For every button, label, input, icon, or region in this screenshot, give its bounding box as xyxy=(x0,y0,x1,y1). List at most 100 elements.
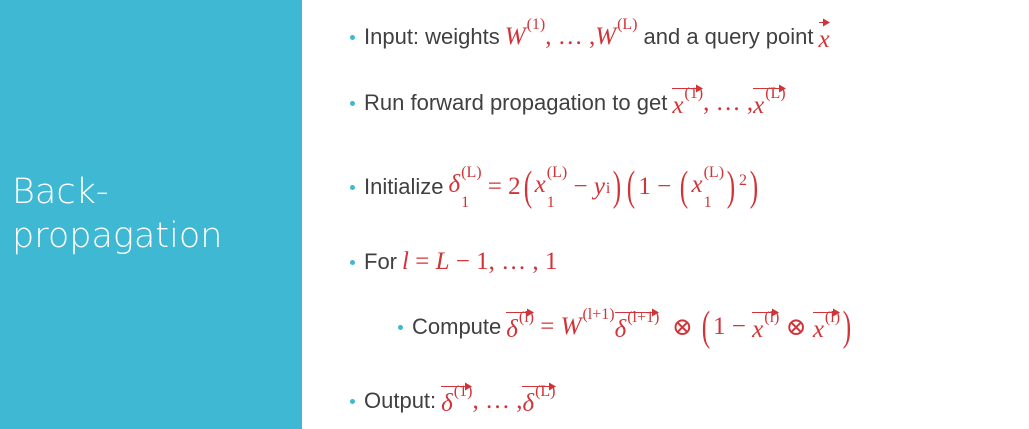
math-text: ⊗ xyxy=(659,314,700,341)
math-scripts: (l) xyxy=(764,310,779,332)
math-scripts: (L) xyxy=(765,86,785,108)
math-superscript: (1) xyxy=(453,383,473,400)
math-base: δ xyxy=(441,390,453,417)
math-text: , … , xyxy=(472,387,523,414)
math-scripts: (L) xyxy=(617,17,637,39)
math-base: x xyxy=(812,316,824,343)
math-paren: ( xyxy=(627,164,636,210)
math-scripts: (L) 1 xyxy=(461,165,481,211)
math-vector: δ (1) xyxy=(441,384,472,418)
math-symbol: yi xyxy=(594,173,611,201)
title-panel: Back- propagation xyxy=(0,0,302,429)
bullet-icon xyxy=(350,184,355,190)
math-text: 1 − xyxy=(638,173,678,200)
math-paren: ( xyxy=(701,304,711,350)
math-initialize: δ (L) 1 = 2(x (L) 1 − y i)(1 − (x (L) 1) 2) xyxy=(448,164,761,211)
math-superscript: (L) xyxy=(546,164,568,181)
math-base: x xyxy=(818,26,830,53)
bullet-icon xyxy=(350,398,355,404)
math-symbol: W (1) xyxy=(504,17,545,51)
math-base: l xyxy=(402,248,409,275)
math-superscript: (l) xyxy=(824,309,841,326)
math-text: − 1, … , 1 xyxy=(449,248,558,275)
math-compute: δ (l) = W (l+1) δ (l+1) ⊗ (1 − x (l) ⊗ x (l)) xyxy=(506,306,854,348)
math-paren: ) xyxy=(749,164,759,210)
bullet-label: Run forward propagation to get xyxy=(364,90,668,115)
math-symbol: δ (L) 1 xyxy=(448,165,481,211)
math-text: ⊗ xyxy=(779,314,813,341)
math-scripts: (L) 1 xyxy=(704,165,724,211)
math-scripts: (1) xyxy=(454,384,473,406)
math-vector: δ (L) xyxy=(522,384,556,418)
math-superscript: (l) xyxy=(518,309,535,326)
math-base: x xyxy=(691,171,703,198)
math-scripts: (l+1) xyxy=(627,310,659,332)
bullet-forward: Run forward propagation to get x (1), … ,… xyxy=(350,86,786,120)
math-text: = xyxy=(408,248,436,275)
math-base: W xyxy=(504,23,526,50)
math-text: = xyxy=(534,313,561,340)
math-vector: x (L) xyxy=(753,86,786,120)
math-output: δ (1), … , δ (L) xyxy=(441,384,556,418)
math-scripts: (1) xyxy=(684,86,703,108)
math-scripts: (l) xyxy=(825,310,840,332)
math-paren: ( xyxy=(680,164,689,210)
bullet-input: Input: weights W (1), … , W (L) and a query… xyxy=(350,17,830,54)
math-superscript: (L) xyxy=(765,85,786,102)
bullet-initialize: Initialize δ (L) 1 = 2(x (L) 1 − y i)(1 − (x(… xyxy=(350,164,761,211)
math-text: − xyxy=(567,173,594,200)
math-base: δ xyxy=(506,316,518,343)
math-base: x xyxy=(752,316,764,343)
math-paren: ) xyxy=(842,304,852,350)
math-paren: ) xyxy=(726,164,736,210)
bullet-icon xyxy=(350,100,355,106)
math-base: L xyxy=(435,248,450,275)
slide-title: Back- propagation xyxy=(12,172,223,256)
math-weights: W (1), … , W (L) xyxy=(504,17,638,51)
math-superscript: (l) xyxy=(764,309,780,326)
math-base: x xyxy=(534,171,546,198)
math-activations: x (1), … , x (L) xyxy=(672,86,786,120)
math-loop: l = L − 1, … , 1 xyxy=(402,248,557,276)
bullet-for: For l = L − 1, … , 1 xyxy=(350,248,557,276)
bullet-label: Compute xyxy=(412,314,502,339)
math-vector: δ (l+1) xyxy=(614,310,659,344)
math-text: 1 − xyxy=(713,313,753,340)
math-symbol: L xyxy=(436,248,450,276)
math-paren: ( xyxy=(523,164,532,210)
math-base: W xyxy=(595,23,617,50)
bullet-output: Output: δ (1), … , δ (L) xyxy=(350,384,556,418)
math-symbol: x (L) 1 xyxy=(691,165,724,211)
math-text: , … , xyxy=(703,89,754,116)
math-subscript: i xyxy=(605,180,611,197)
math-scripts: i xyxy=(606,173,610,197)
math-scripts: 2 xyxy=(739,173,747,195)
math-text: = 2 xyxy=(481,173,521,200)
math-scripts: (L) 1 xyxy=(547,165,567,211)
math-superscript: (1) xyxy=(526,16,546,33)
bullet-label: Output: xyxy=(364,388,437,413)
math-subscript: 1 xyxy=(546,194,555,211)
math-symbol: x (L) 1 xyxy=(534,165,568,211)
math-symbol: l xyxy=(402,248,409,276)
bullet-icon xyxy=(350,34,355,40)
bullet-label-2: and a query point xyxy=(643,24,814,49)
math-text: , … , xyxy=(545,23,596,50)
math-base: y xyxy=(593,173,605,200)
math-superscript: (L) xyxy=(703,164,725,181)
math-symbol: W (L) xyxy=(595,17,637,51)
bullet-label: Input: weights xyxy=(364,24,500,49)
bullet-label: For xyxy=(364,249,397,274)
math-symbol: 2 xyxy=(738,173,747,195)
math-subscript: 1 xyxy=(461,194,470,211)
math-symbol: W (l+1) xyxy=(561,307,615,341)
math-vector: δ (l) xyxy=(506,310,534,344)
math-superscript: (l+1) xyxy=(627,309,660,326)
math-subscript: 1 xyxy=(703,194,712,211)
math-base: δ xyxy=(448,171,461,198)
math-vector: x (l) xyxy=(812,310,840,344)
math-paren: ) xyxy=(613,164,622,210)
bullet-label: Initialize xyxy=(364,174,444,199)
math-superscript: (l+1) xyxy=(582,306,615,323)
math-superscript: 2 xyxy=(739,172,748,189)
